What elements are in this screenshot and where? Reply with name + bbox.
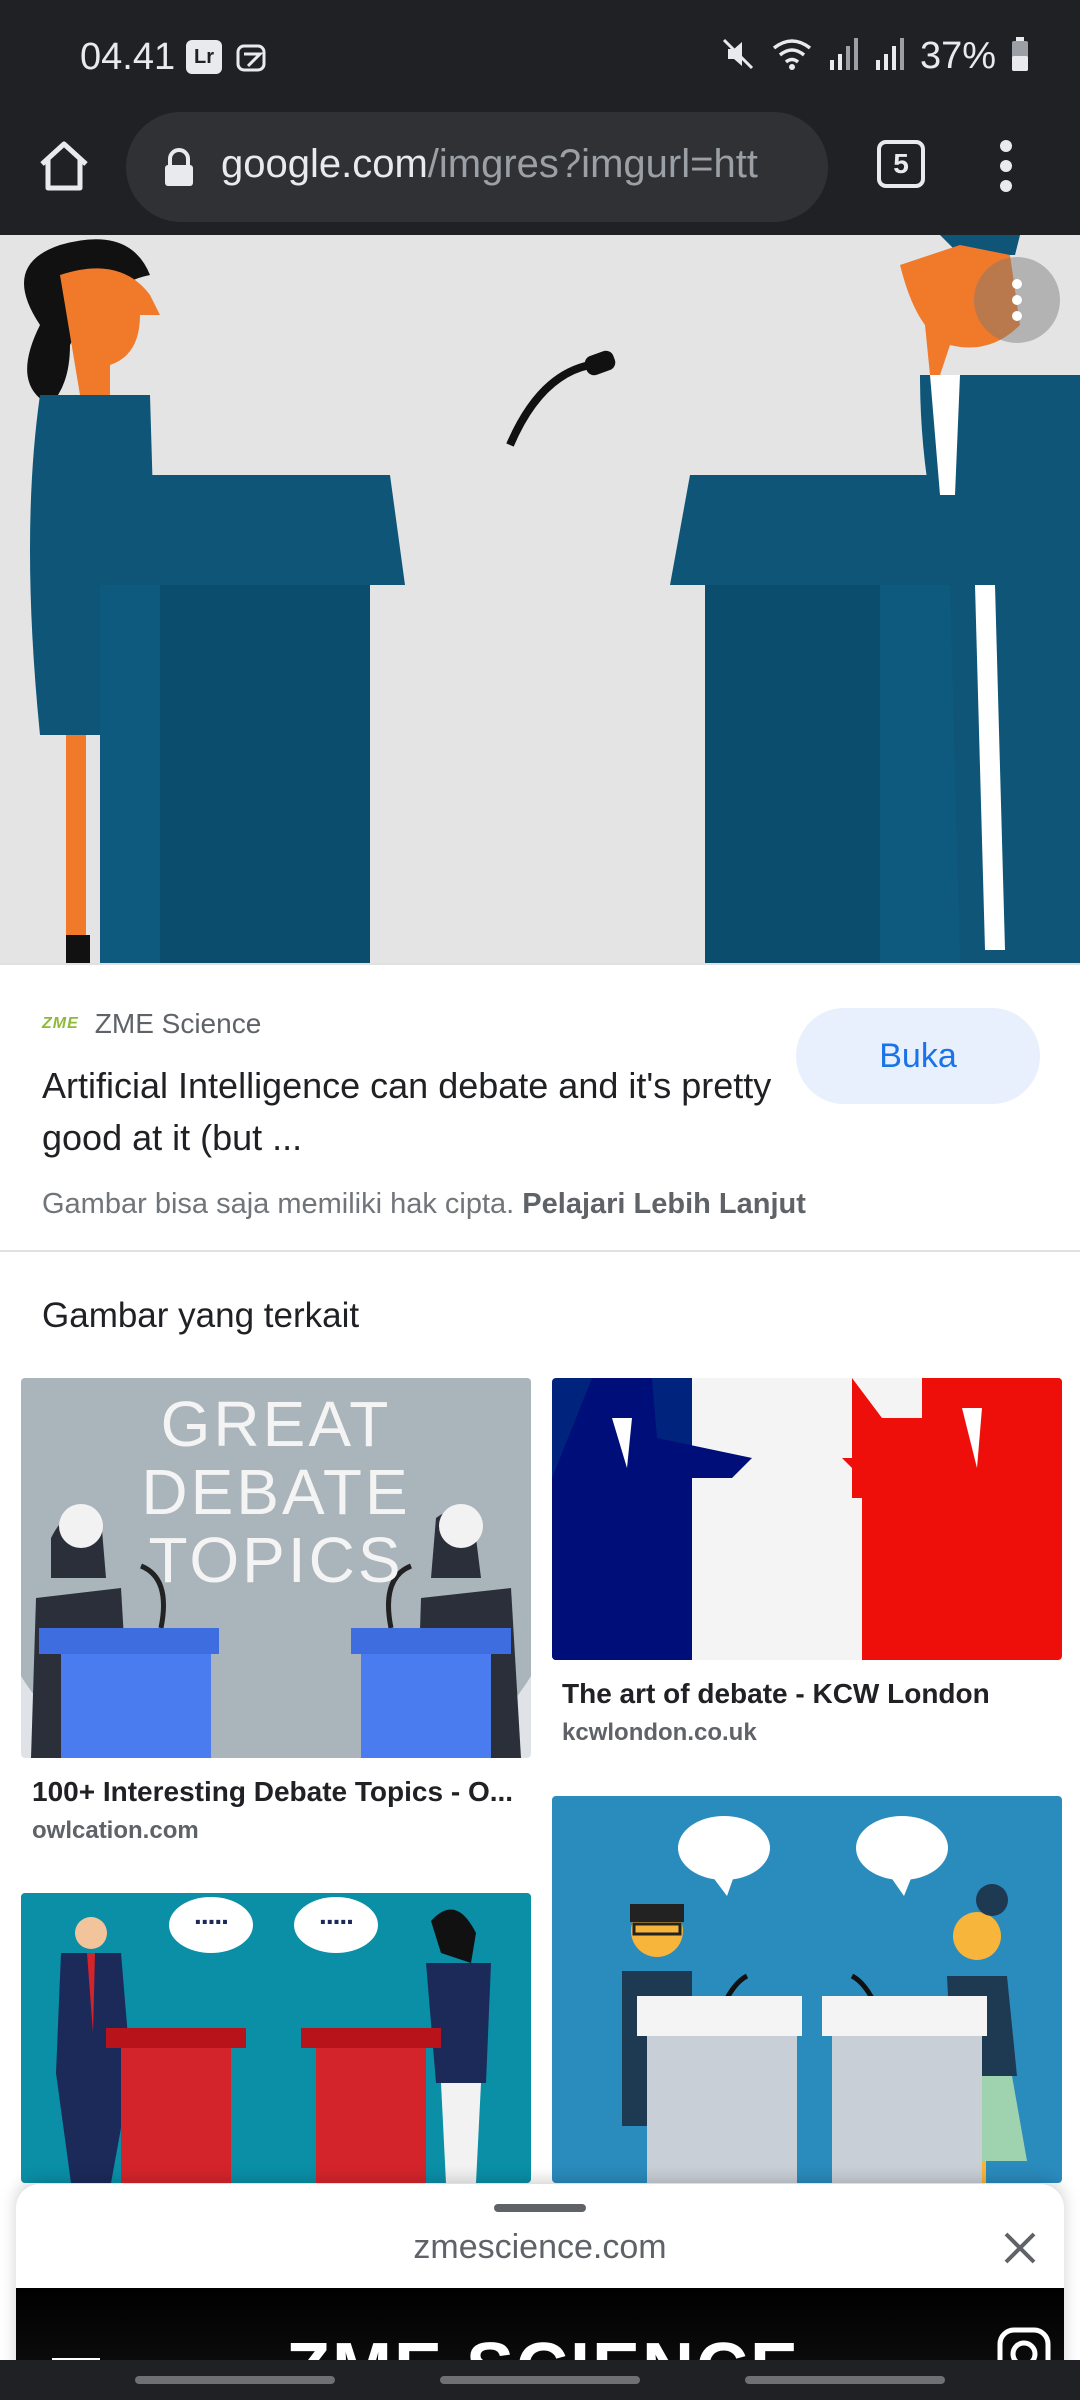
copyright-text: Gambar bisa saja memiliki hak cipta. bbox=[42, 1188, 515, 1220]
french-flag-debate-illustration bbox=[552, 1378, 1062, 1660]
status-bar: 04.41 Lr 37% bbox=[0, 0, 1080, 110]
url-path: /imgres?imgurl=htt bbox=[427, 142, 758, 186]
status-time: 04.41 bbox=[80, 36, 176, 78]
nav-pill bbox=[135, 2376, 335, 2384]
battery-icon bbox=[1010, 36, 1030, 77]
learn-more-link[interactable]: Pelajari Lebih Lanjut bbox=[522, 1188, 806, 1220]
speech-bubble-text: ..... bbox=[194, 1899, 229, 1930]
lock-icon bbox=[165, 148, 193, 186]
copyright-notice: Gambar bisa saja memiliki hak cipta. Pel… bbox=[42, 1188, 806, 1221]
related-image-4[interactable] bbox=[552, 1796, 1062, 2183]
overflow-menu-button[interactable] bbox=[990, 138, 1022, 194]
sheet-domain: zmescience.com bbox=[413, 2228, 667, 2266]
signal-icon bbox=[874, 36, 906, 77]
source-row[interactable]: ZME ZME Science bbox=[42, 1008, 261, 1040]
url-text[interactable]: google.com/imgres?imgurl=htt bbox=[221, 142, 811, 187]
related-caption-2[interactable]: The art of debate - KCW London bbox=[562, 1678, 1052, 1710]
mute-icon bbox=[720, 36, 756, 77]
white-podium-debate-illustration bbox=[552, 1796, 1062, 2183]
open-button[interactable]: Buka bbox=[796, 1008, 1040, 1104]
tab-switcher-button[interactable]: 5 bbox=[877, 140, 925, 188]
close-icon bbox=[1004, 2232, 1036, 2264]
battery-percent: 37% bbox=[919, 34, 996, 77]
address-bar[interactable]: google.com/imgres?imgurl=htt bbox=[126, 112, 828, 222]
overlay-line: GREAT bbox=[160, 1388, 392, 1460]
more-vert-icon bbox=[1000, 140, 1012, 192]
debate-illustration bbox=[0, 235, 1080, 963]
source-name: ZME Science bbox=[94, 1008, 262, 1039]
source-logo: ZME bbox=[42, 1015, 79, 1032]
close-button[interactable] bbox=[998, 2226, 1042, 2270]
home-icon bbox=[40, 141, 88, 191]
related-image-2[interactable] bbox=[552, 1378, 1062, 1660]
speech-bubble-text: ..... bbox=[319, 1899, 354, 1930]
notification-icon bbox=[234, 40, 270, 81]
overlay-line: TOPICS bbox=[148, 1524, 404, 1596]
related-image-1[interactable]: GREAT DEBATE TOPICS bbox=[21, 1378, 531, 1758]
image-overlay-text: GREAT DEBATE TOPICS bbox=[21, 1390, 531, 1594]
nav-pill bbox=[745, 2376, 945, 2384]
related-caption-1[interactable]: 100+ Interesting Debate Topics - O... bbox=[32, 1776, 522, 1808]
related-images-heading: Gambar yang terkait bbox=[42, 1296, 360, 1335]
nav-pill bbox=[440, 2376, 640, 2384]
red-podium-debate-illustration bbox=[21, 1893, 531, 2183]
url-host: google.com bbox=[221, 142, 428, 186]
more-vert-icon bbox=[1012, 279, 1022, 321]
related-domain-2: kcwlondon.co.uk bbox=[562, 1719, 757, 1746]
related-image-3[interactable]: ..... ..... bbox=[21, 1893, 531, 2183]
image-options-button[interactable] bbox=[974, 257, 1060, 343]
result-title[interactable]: Artificial Intelligence can debate and i… bbox=[42, 1060, 782, 1164]
wifi-icon bbox=[770, 36, 814, 77]
signal-icon bbox=[828, 36, 860, 77]
home-button[interactable] bbox=[34, 136, 94, 196]
drag-handle[interactable] bbox=[494, 2204, 586, 2212]
overlay-line: DEBATE bbox=[141, 1456, 411, 1528]
divider bbox=[0, 963, 1080, 965]
related-domain-1: owlcation.com bbox=[32, 1817, 199, 1844]
browser-toolbar: google.com/imgres?imgurl=htt 5 bbox=[0, 110, 1080, 235]
system-nav-bar bbox=[0, 2360, 1080, 2400]
divider bbox=[0, 1250, 1080, 1252]
preview-image[interactable] bbox=[0, 235, 1080, 963]
lightroom-icon: Lr bbox=[186, 40, 222, 74]
